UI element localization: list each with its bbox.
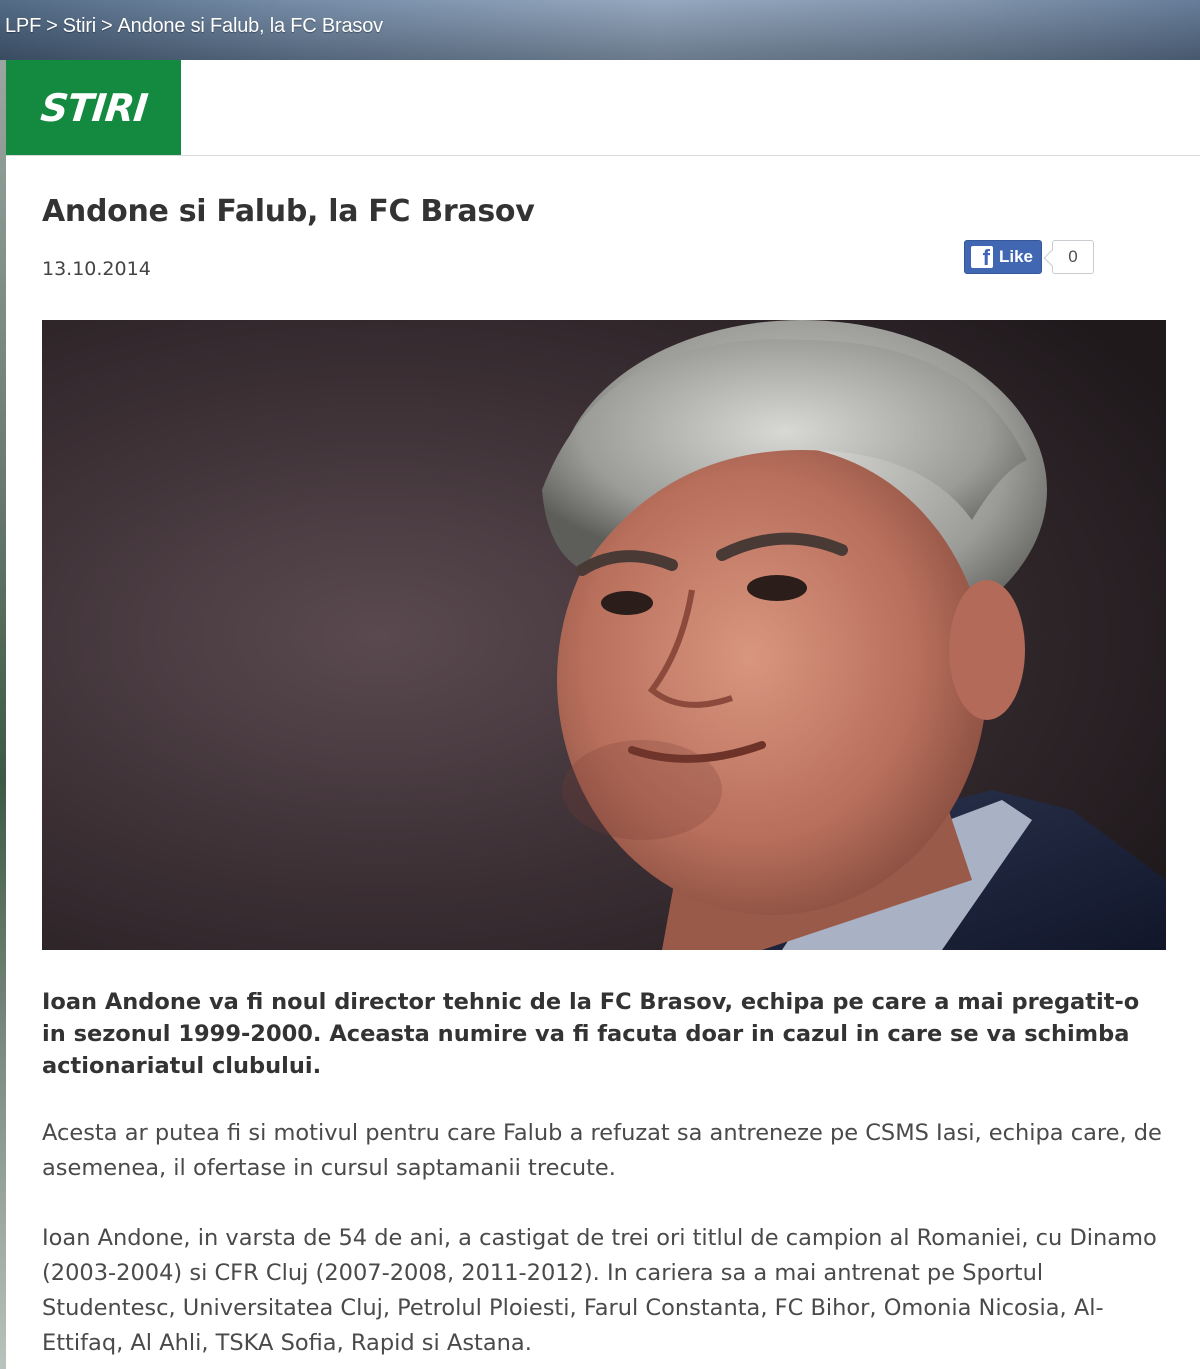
section-header: STIRI xyxy=(6,60,1200,156)
breadcrumb-separator: > xyxy=(46,15,58,37)
breadcrumb-item-stiri[interactable]: Stiri xyxy=(63,15,97,38)
article-photo xyxy=(42,320,1166,950)
article-title: Andone si Falub, la FC Brasov xyxy=(42,194,535,229)
breadcrumb: LPF > Stiri > Andone si Falub, la FC Bra… xyxy=(5,15,383,38)
facebook-like-count: 0 xyxy=(1052,240,1095,274)
facebook-icon xyxy=(971,245,993,271)
section-tab-label: STIRI xyxy=(38,85,149,130)
content-panel: STIRI Andone si Falub, la FC Brasov 13.1… xyxy=(6,60,1200,1369)
breadcrumb-separator: > xyxy=(101,15,113,37)
facebook-like-button[interactable]: Like xyxy=(964,240,1043,274)
section-tab-stiri[interactable]: STIRI xyxy=(6,60,181,155)
breadcrumb-item-lpf[interactable]: LPF xyxy=(5,15,41,38)
article-paragraph: Acesta ar putea fi si motivul pentru car… xyxy=(42,1120,1162,1181)
article-paragraph: Ioan Andone, in varsta de 54 de ani, a c… xyxy=(42,1225,1157,1356)
coach-portrait-image xyxy=(42,320,1166,950)
article-date: 13.10.2014 xyxy=(42,258,151,280)
breadcrumb-item-current: Andone si Falub, la FC Brasov xyxy=(117,15,384,37)
facebook-like-label: Like xyxy=(999,247,1034,266)
facebook-like-widget: Like 0 xyxy=(964,240,1095,274)
article-lead: Ioan Andone va fi noul director tehnic d… xyxy=(42,989,1140,1079)
